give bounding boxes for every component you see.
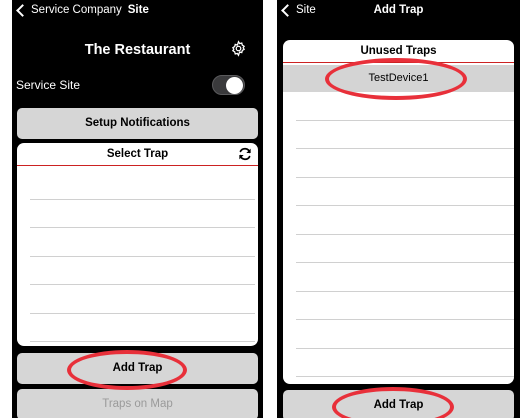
list-separator	[30, 341, 255, 342]
service-site-label: Service Site	[16, 78, 81, 92]
list-item-label: TestDevice1	[368, 72, 429, 84]
service-site-toggle[interactable]	[212, 75, 245, 95]
back-label: Service Company	[31, 4, 122, 16]
refresh-icon[interactable]	[237, 146, 253, 162]
list-separator	[296, 376, 514, 377]
add-trap-screen: Site Add Trap Unused Traps TestDevice1 A…	[277, 0, 520, 418]
nav-title: Site	[127, 4, 149, 16]
select-trap-list: Select Trap	[17, 143, 258, 346]
unused-traps-list: Unused Traps TestDevice1	[283, 40, 514, 384]
add-trap-button[interactable]: Add Trap	[17, 353, 258, 384]
list-header: Select Trap	[17, 143, 258, 166]
list-separator	[296, 177, 514, 178]
add-trap-button[interactable]: Add Trap	[283, 390, 514, 418]
list-separator	[296, 120, 514, 121]
list-separator	[296, 148, 514, 149]
list-separator	[296, 262, 514, 263]
page-title: The Restaurant	[84, 42, 191, 58]
list-separator	[296, 205, 514, 206]
list-separator	[30, 199, 255, 200]
traps-on-map-button[interactable]: Traps on Map	[17, 389, 258, 418]
list-item[interactable]: TestDevice1	[283, 65, 514, 92]
list-header: Unused Traps	[283, 40, 514, 63]
nav-bar: Service Company Site	[12, 0, 263, 24]
nav-bar: Site Add Trap	[277, 0, 520, 24]
list-separator	[296, 234, 514, 235]
back-button[interactable]: Service Company Site	[15, 3, 149, 17]
list-separator	[30, 256, 255, 257]
chevron-left-icon	[16, 3, 29, 17]
site-screen: Service Company Site The Restaurant Serv…	[12, 0, 263, 418]
nav-title: Add Trap	[373, 4, 424, 16]
list-separator	[30, 313, 255, 314]
list-separator	[30, 284, 255, 285]
list-separator	[30, 227, 255, 228]
list-separator	[296, 319, 514, 320]
list-separator	[296, 291, 514, 292]
toggle-knob	[226, 77, 243, 94]
list-separator	[296, 348, 514, 349]
gear-icon[interactable]	[230, 40, 247, 57]
setup-notifications-button[interactable]: Setup Notifications	[17, 108, 258, 139]
